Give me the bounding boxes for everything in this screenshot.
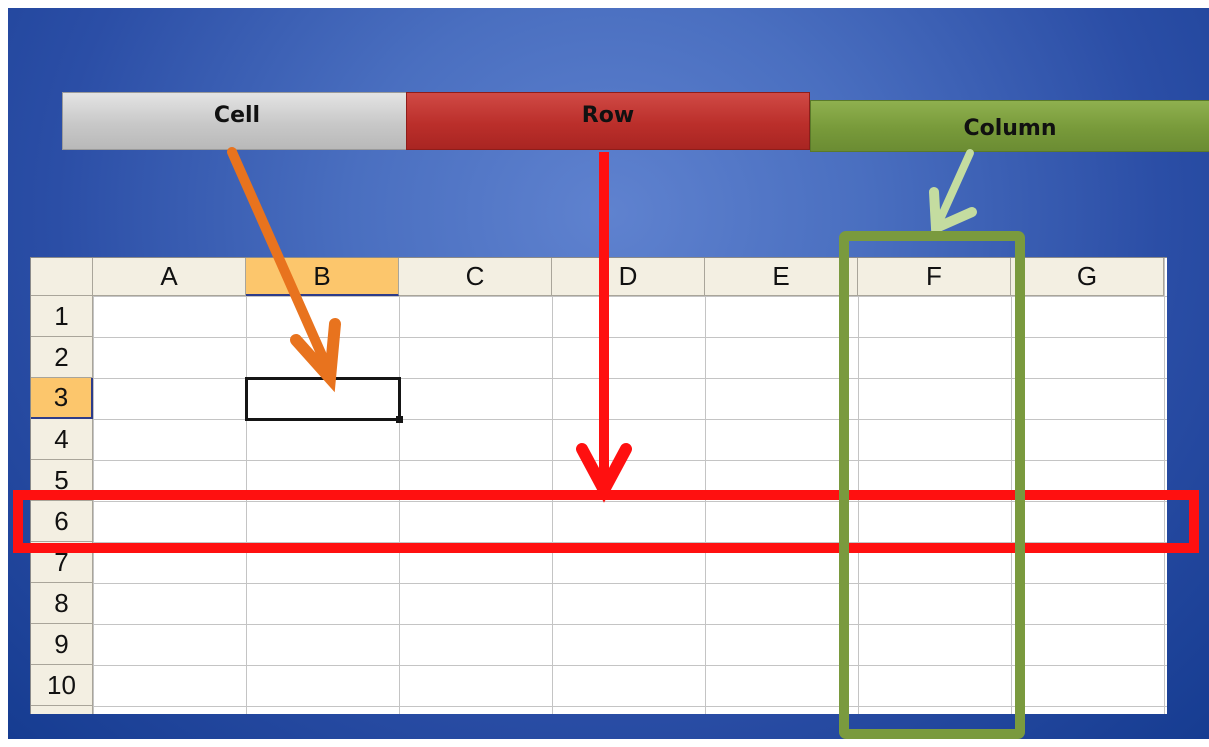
annotation-overlay — [13, 147, 1199, 739]
slide-background: Cell Row Column A B C D E F G 1 2 3 4 5 6 7 8 9 10 — [8, 8, 1209, 739]
column-highlight-box — [839, 231, 1025, 739]
cell-arrow-shaft — [227, 147, 329, 365]
